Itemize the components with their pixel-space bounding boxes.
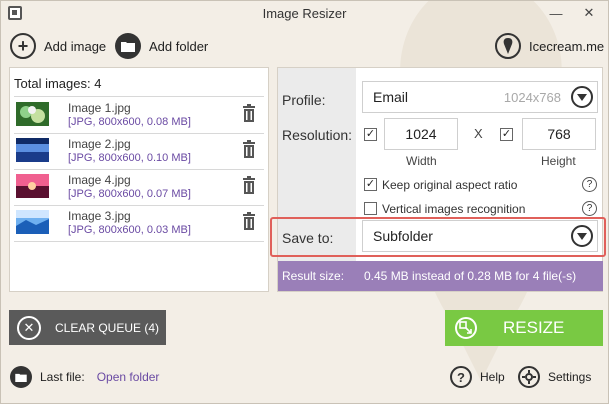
trash-icon[interactable] — [242, 140, 256, 158]
add-folder-button[interactable]: Add folder — [115, 32, 208, 60]
width-label: Width — [406, 154, 437, 168]
profile-size: 1024x768 — [503, 90, 561, 105]
list-item[interactable]: Image 3.jpg [JPG, 800x600, 0.03 MB] — [14, 206, 264, 242]
settings-button[interactable]: Settings — [518, 366, 591, 388]
file-info: [JPG, 800x600, 0.10 MB] — [68, 152, 191, 164]
plus-icon: + — [10, 33, 36, 59]
chevron-down-icon — [571, 86, 593, 108]
icecream-link[interactable]: Icecream.me — [495, 32, 604, 60]
result-size-bar: Result size: 0.45 MB instead of 0.28 MB … — [278, 261, 603, 291]
result-label: Result size: — [282, 269, 345, 283]
last-file-label: Last file: — [40, 370, 85, 384]
profile-label: Profile: — [282, 92, 326, 108]
list-item[interactable]: Image 1.jpg [JPG, 800x600, 0.08 MB] — [14, 98, 264, 134]
file-name: Image 3.jpg — [68, 209, 131, 223]
file-info: [JPG, 800x600, 0.03 MB] — [68, 224, 191, 236]
save-to-highlight — [270, 217, 606, 257]
keep-ratio-label: Keep original aspect ratio — [382, 178, 518, 192]
settings-panel: Profile: Email 1024x768 Resolution: ✓ 10… — [277, 67, 603, 292]
add-image-label: Add image — [44, 38, 107, 54]
profile-value: Email — [373, 89, 409, 105]
file-name: Image 2.jpg — [68, 137, 131, 151]
width-field[interactable]: 1024 — [384, 118, 458, 150]
app-window: Image Resizer — ✕ + Add image Add folder… — [0, 0, 609, 404]
thumbnail-image — [16, 174, 49, 198]
file-info: [JPG, 800x600, 0.07 MB] — [68, 188, 191, 200]
icecream-label: Icecream.me — [529, 38, 605, 54]
question-icon: ? — [450, 366, 472, 388]
list-item[interactable]: Image 2.jpg [JPG, 800x600, 0.10 MB] — [14, 134, 264, 170]
width-checkbox[interactable]: ✓ — [364, 128, 377, 141]
clear-queue-button[interactable]: ✕ CLEAR QUEUE (4) — [9, 310, 166, 345]
add-image-button[interactable]: + Add image — [10, 32, 106, 60]
thumbnail-image — [16, 102, 49, 126]
clear-queue-label: CLEAR QUEUE (4) — [55, 320, 160, 335]
image-list-panel: Total images: 4 Image 1.jpg [JPG, 800x60… — [9, 67, 269, 292]
trash-icon[interactable] — [242, 212, 256, 230]
close-icon: ✕ — [583, 5, 595, 20]
file-info: [JPG, 800x600, 0.08 MB] — [68, 116, 191, 128]
close-button[interactable]: ✕ — [574, 1, 604, 25]
file-name: Image 4.jpg — [68, 173, 131, 187]
icecream-icon — [495, 33, 521, 59]
thumbnail-image — [16, 210, 49, 234]
list-item[interactable]: Image 4.jpg [JPG, 800x600, 0.07 MB] — [14, 170, 264, 206]
x-separator: X — [474, 126, 483, 141]
trash-icon[interactable] — [242, 176, 256, 194]
help-label: Help — [480, 370, 505, 384]
resize-icon — [455, 317, 477, 339]
help-button[interactable]: ? Help — [450, 366, 505, 388]
thumbnail-image — [16, 138, 49, 162]
resolution-label: Resolution: — [282, 127, 353, 143]
window-title: Image Resizer — [262, 6, 347, 21]
help-icon[interactable]: ? — [582, 177, 597, 192]
open-folder-link[interactable]: Open folder — [97, 370, 160, 384]
height-checkbox[interactable]: ✓ — [500, 128, 513, 141]
height-field[interactable]: 768 — [522, 118, 596, 150]
title-bar: Image Resizer — ✕ — [1, 1, 608, 27]
resize-label: RESIZE — [503, 318, 565, 337]
resize-button[interactable]: RESIZE — [445, 310, 603, 346]
total-images-label: Total images: 4 — [14, 76, 102, 91]
trash-icon[interactable] — [242, 104, 256, 122]
last-file-row: Last file: Open folder — [10, 366, 159, 388]
keep-ratio-checkbox[interactable]: ✓ — [364, 178, 377, 191]
list-divider — [14, 96, 264, 97]
close-circle-icon: ✕ — [17, 315, 41, 340]
vertical-recognition-checkbox[interactable] — [364, 202, 377, 215]
settings-label: Settings — [548, 370, 592, 384]
help-icon[interactable]: ? — [582, 201, 597, 216]
folder-icon — [115, 33, 141, 59]
result-value: 0.45 MB instead of 0.28 MB for 4 file(-s… — [364, 269, 577, 283]
minimize-button[interactable]: — — [541, 1, 571, 25]
folder-icon — [10, 366, 32, 388]
file-name: Image 1.jpg — [68, 101, 131, 115]
height-label: Height — [541, 154, 576, 168]
minimize-icon: — — [549, 5, 563, 21]
profile-dropdown[interactable]: Email 1024x768 — [362, 81, 598, 113]
vertical-recognition-label: Vertical images recognition — [382, 202, 526, 216]
gear-icon — [518, 366, 540, 388]
add-folder-label: Add folder — [149, 38, 209, 54]
